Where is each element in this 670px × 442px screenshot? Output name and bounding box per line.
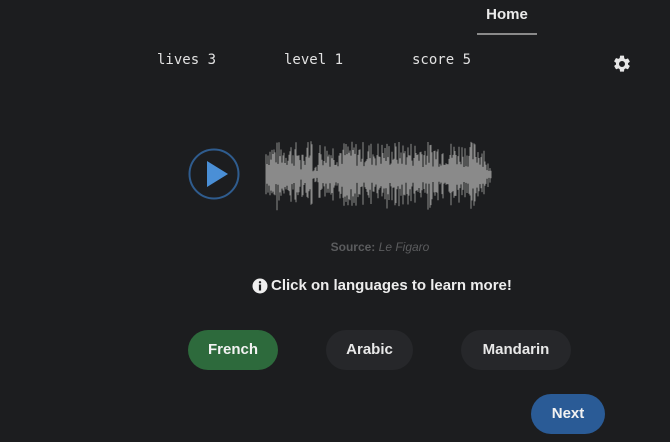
game-page: Home lives 3 level 1 score 5 Source: Le … [0, 0, 670, 442]
audio-source: Source: Le Figaro [0, 240, 670, 254]
level-value: 1 [334, 52, 344, 68]
play-button[interactable] [188, 148, 240, 200]
language-button-mandarin[interactable]: Mandarin [461, 330, 571, 370]
gear-icon[interactable] [612, 54, 632, 74]
level-stat: level 1 [284, 52, 343, 68]
lives-stat: lives 3 [157, 52, 216, 68]
score-stat: score 5 [412, 52, 471, 68]
level-label: level [284, 52, 327, 68]
language-button-arabic[interactable]: Arabic [326, 330, 413, 370]
audio-waveform[interactable] [264, 134, 494, 216]
lives-label: lives [157, 52, 200, 68]
play-icon [188, 148, 240, 200]
info-text: Click on languages to learn more! [271, 277, 512, 294]
info-icon [252, 278, 268, 293]
info-message: Click on languages to learn more! [252, 277, 512, 294]
source-name: Le Figaro [378, 240, 430, 254]
lives-value: 3 [207, 52, 217, 68]
waveform-path [265, 141, 492, 211]
score-value: 5 [462, 52, 472, 68]
language-button-french[interactable]: French [188, 330, 278, 370]
nav-home-link[interactable]: Home [477, 0, 537, 35]
next-button[interactable]: Next [531, 394, 605, 434]
source-label: Source: [330, 240, 376, 254]
score-label: score [412, 52, 455, 68]
nav-active-underline [477, 33, 537, 35]
